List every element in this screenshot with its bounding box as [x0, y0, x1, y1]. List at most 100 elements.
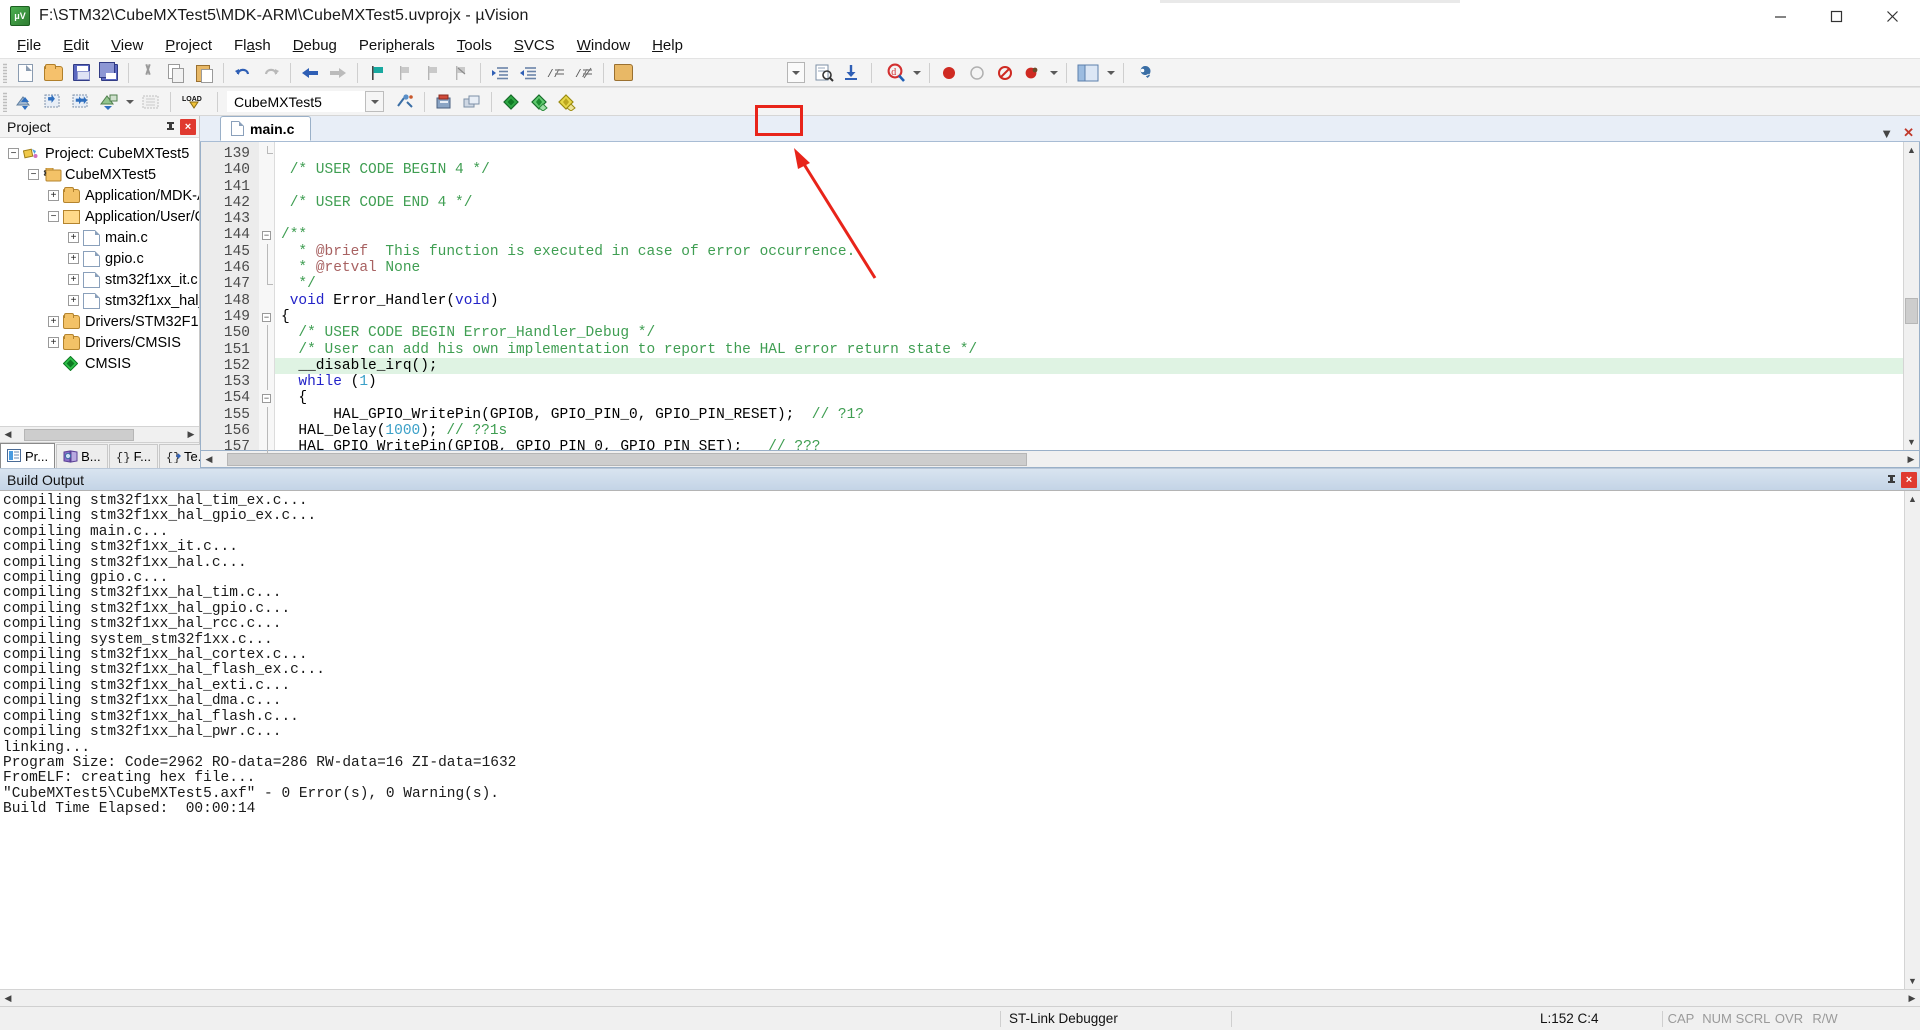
project-target-dropdown-icon[interactable]	[365, 91, 384, 112]
expander-plus-icon[interactable]: +	[68, 253, 79, 264]
tree-item-project[interactable]: − Project: CubeMXTest5	[0, 143, 199, 164]
code-line[interactable]: HAL_GPIO_WritePin(GPIOB, GPIO_PIN_0, GPI…	[275, 407, 1903, 423]
expander-plus-icon[interactable]: +	[48, 337, 59, 348]
tree-item-stm32f1xx-it-c[interactable]: + stm32f1xx_it.c	[0, 269, 199, 290]
tree-item-drivers-stm32f1xx[interactable]: + Drivers/STM32F1xx_	[0, 311, 199, 332]
menu-edit[interactable]: Edit	[52, 35, 100, 56]
configuration-wizard-icon[interactable]	[1130, 61, 1156, 85]
code-line[interactable]: __disable_irq();	[275, 357, 1903, 375]
copy-icon[interactable]	[163, 61, 189, 85]
bookmark-download-icon[interactable]	[839, 61, 865, 85]
find-icon[interactable]	[811, 61, 837, 85]
tree-item-application-mdk[interactable]: + Application/MDK-AI	[0, 185, 199, 206]
pin-icon[interactable]	[162, 119, 178, 135]
fold-marker[interactable]: −	[259, 227, 274, 243]
indent-left-icon[interactable]	[515, 61, 541, 85]
vscroll-thumb[interactable]	[1905, 298, 1918, 324]
paste-icon[interactable]	[191, 61, 217, 85]
code-line[interactable]: while (1)	[275, 374, 1903, 390]
menu-flash[interactable]: Flash	[223, 35, 282, 56]
layout-dropdown-arrow-icon[interactable]	[1105, 61, 1117, 85]
project-tree-hscrollbar[interactable]: ◀ ▶	[0, 426, 199, 442]
expander-minus-icon[interactable]: −	[48, 211, 59, 222]
find-in-files-icon[interactable]	[610, 61, 636, 85]
editor-vscrollbar[interactable]: ▲ ▼	[1903, 142, 1919, 451]
kill-all-breakpoints-icon[interactable]	[992, 61, 1018, 85]
build-output-body[interactable]: compiling stm32f1xx_hal_tim_ex.c... compi…	[0, 490, 1920, 989]
translate-file-icon[interactable]	[12, 90, 38, 114]
build-dropdown-arrow-icon[interactable]	[124, 90, 136, 114]
bookmark-toggle-icon[interactable]	[364, 61, 390, 85]
code-line[interactable]: */	[275, 276, 1903, 292]
code-line[interactable]: /* User can add his own implementation t…	[275, 342, 1903, 358]
expander-plus-icon[interactable]: +	[68, 232, 79, 243]
tree-item-cmsis[interactable]: CMSIS	[0, 353, 199, 374]
stop-build-icon[interactable]	[138, 90, 164, 114]
bookmark-prev-icon[interactable]	[392, 61, 418, 85]
insert-breakpoint-icon[interactable]	[936, 61, 962, 85]
code-line[interactable]: * @brief This function is executed in ca…	[275, 244, 1903, 260]
disable-breakpoint-icon[interactable]	[964, 61, 990, 85]
expander-plus-icon[interactable]: +	[48, 316, 59, 327]
menu-view[interactable]: View	[100, 35, 154, 56]
pin-icon[interactable]	[1883, 472, 1899, 488]
debug-dropdown-arrow-icon[interactable]	[911, 61, 923, 85]
project-target-select[interactable]: CubeMXTest5	[227, 91, 365, 112]
new-file-icon[interactable]	[12, 61, 38, 85]
manage-project-items-icon[interactable]	[431, 90, 457, 114]
multi-project-icon[interactable]	[459, 90, 485, 114]
uncomment-icon[interactable]: //	[571, 61, 597, 85]
toolbar-grip[interactable]	[3, 62, 7, 83]
code-line[interactable]: /* USER CODE END 4 */	[275, 195, 1903, 211]
tree-item-gpio-c[interactable]: + gpio.c	[0, 248, 199, 269]
navigate-back-icon[interactable]	[297, 61, 323, 85]
close-icon[interactable]: ×	[180, 118, 196, 135]
pack-installer-icon[interactable]	[498, 90, 524, 114]
expander-plus-icon[interactable]: +	[68, 295, 79, 306]
target-options-icon[interactable]	[392, 90, 418, 114]
window-layout-icon[interactable]	[1073, 61, 1103, 85]
menu-tools[interactable]: Tools	[446, 35, 503, 56]
disable-all-dropdown-icon[interactable]	[1048, 61, 1060, 85]
vscroll-track[interactable]	[1904, 158, 1919, 435]
tree-item-main-c[interactable]: + main.c	[0, 227, 199, 248]
indent-right-icon[interactable]	[487, 61, 513, 85]
navigate-forward-icon[interactable]	[325, 61, 351, 85]
code-line[interactable]: /* USER CODE BEGIN Error_Handler_Debug *…	[275, 325, 1903, 341]
tab-project[interactable]: Pr...	[0, 443, 56, 468]
scroll-left-icon[interactable]: ◀	[0, 993, 16, 1004]
expander-minus-icon[interactable]: −	[28, 169, 39, 180]
expander-minus-icon[interactable]: −	[8, 148, 19, 159]
code-area[interactable]: /* USER CODE BEGIN 4 */ /* USER CODE END…	[275, 142, 1903, 451]
manage-run-time-env-icon[interactable]	[526, 90, 552, 114]
minimize-button[interactable]	[1752, 0, 1808, 33]
code-line[interactable]: HAL_Delay(1000); // ??1s	[275, 423, 1903, 439]
tree-item-drivers-cmsis[interactable]: + Drivers/CMSIS	[0, 332, 199, 353]
menu-svcs[interactable]: SVCS	[503, 35, 566, 56]
build-target-icon[interactable]	[40, 90, 66, 114]
scroll-down-icon[interactable]: ▼	[1904, 434, 1919, 451]
maximize-button[interactable]	[1808, 0, 1864, 33]
expander-plus-icon[interactable]: +	[48, 190, 59, 201]
comment-icon[interactable]: //	[543, 61, 569, 85]
code-line[interactable]: /* USER CODE BEGIN 4 */	[275, 162, 1903, 178]
expander-plus-icon[interactable]: +	[68, 274, 79, 285]
scroll-up-icon[interactable]: ▲	[1905, 491, 1920, 507]
project-tree[interactable]: − Project: CubeMXTest5 − CubeMXTest5 + A…	[0, 138, 199, 426]
code-line[interactable]	[275, 211, 1903, 227]
download-to-flash-icon[interactable]: LOAD	[177, 90, 211, 114]
close-button[interactable]	[1864, 0, 1920, 33]
disable-all-breakpoints-icon[interactable]	[1020, 61, 1046, 85]
code-line[interactable]: {	[275, 309, 1903, 325]
menu-help[interactable]: Help	[641, 35, 694, 56]
scroll-right-icon[interactable]: ▶	[1903, 454, 1919, 465]
build-vscrollbar[interactable]: ▲ ▼	[1904, 491, 1920, 989]
vscroll-track[interactable]	[1905, 507, 1920, 973]
cut-icon[interactable]	[135, 61, 161, 85]
menu-window[interactable]: Window	[566, 35, 641, 56]
menu-debug[interactable]: Debug	[282, 35, 348, 56]
fold-marker[interactable]: −	[259, 309, 274, 325]
batch-build-icon[interactable]	[96, 90, 122, 114]
fold-column[interactable]: − − −	[259, 142, 275, 456]
toolbar-grip[interactable]	[3, 91, 7, 112]
